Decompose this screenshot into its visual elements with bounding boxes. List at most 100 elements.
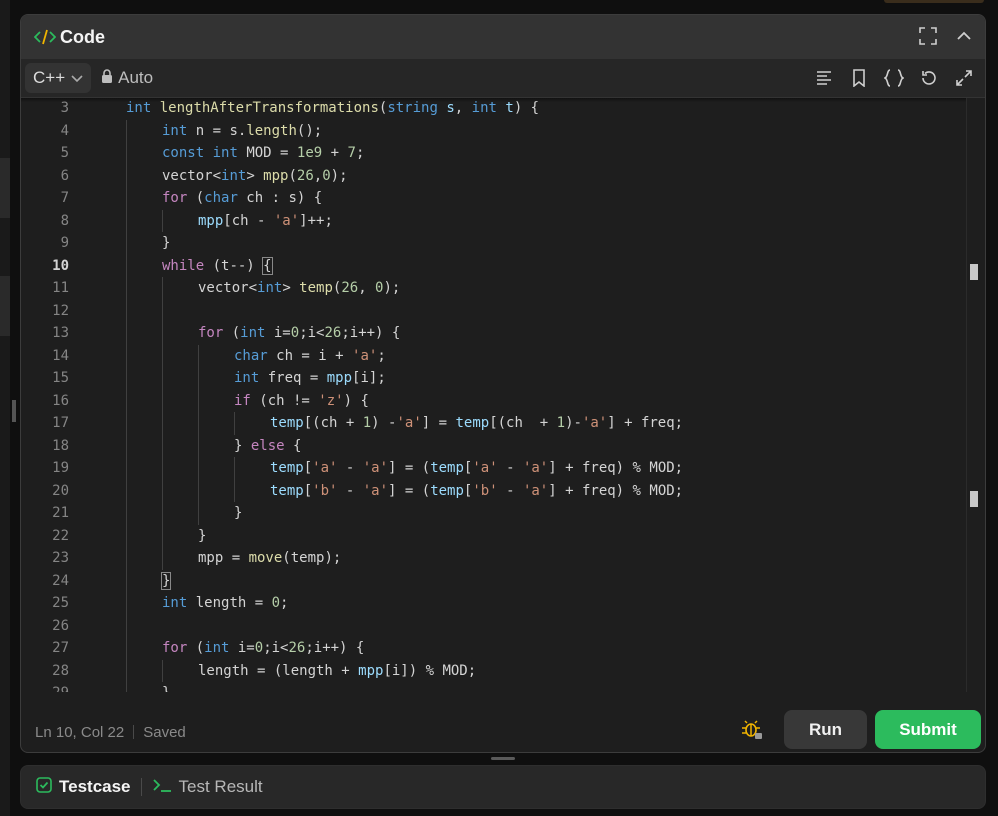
code-panel: Code C++ Auto 3 int lengthAfterTransform… xyxy=(20,14,986,753)
code-line[interactable]: 16 if (ch != 'z') { xyxy=(21,389,969,412)
code-token: 'a' xyxy=(581,415,608,431)
indent-guide xyxy=(198,412,199,435)
indent-guide xyxy=(126,547,127,570)
line-number: 25 xyxy=(52,595,69,611)
code-line[interactable]: 8 mpp[ch - 'a']++; xyxy=(21,209,969,232)
line-number: 16 xyxy=(52,392,69,409)
fullscreen-icon[interactable] xyxy=(917,25,939,47)
code-line[interactable]: 4 int n = s.length(); xyxy=(21,119,969,142)
code-line[interactable]: 24} xyxy=(21,569,969,592)
code-line[interactable]: 11 vector<int> temp(26, 0); xyxy=(21,277,969,300)
code-line[interactable]: 22} xyxy=(21,524,969,548)
code-line[interactable]: 23 mpp = move(temp); xyxy=(21,547,969,570)
format-lines-icon[interactable] xyxy=(813,67,835,89)
code-token: mpp xyxy=(263,167,289,184)
code-editor[interactable]: 3 int lengthAfterTransformations(string s… xyxy=(21,98,985,692)
code-token: MOD = xyxy=(237,145,297,161)
code-line[interactable]: 7 for (char ch : s) { xyxy=(21,187,969,210)
line-number: 8 xyxy=(60,212,69,229)
code-line[interactable]: 20 temp['b' - 'a'] = (temp['b' - 'a'] + f… xyxy=(21,479,969,502)
resize-grip[interactable] xyxy=(12,400,16,422)
submit-button[interactable]: Submit xyxy=(875,710,981,749)
code-brackets-icon xyxy=(34,27,56,47)
code-token: ) { xyxy=(343,392,369,409)
code-line[interactable]: 21} xyxy=(21,502,969,525)
language-select[interactable]: C++ xyxy=(25,63,92,93)
code-line[interactable]: 25 int length = 0; xyxy=(21,592,969,615)
code-line[interactable]: 18} else { xyxy=(21,434,969,457)
indent-guide xyxy=(162,479,163,502)
auto-mode[interactable]: Auto xyxy=(101,68,153,88)
code-token: ); xyxy=(383,280,401,296)
code-token: ; xyxy=(355,145,365,161)
code-line[interactable]: 28 length = (length + mpp[i]) % MOD; xyxy=(21,659,969,682)
code-token: 0 xyxy=(271,595,281,611)
code-token: length = xyxy=(187,595,272,611)
code-line[interactable]: 27 for (int i=0;i<26;i++) { xyxy=(21,637,969,660)
indent-guide xyxy=(162,299,163,322)
code-token: } xyxy=(160,571,172,590)
code-line[interactable]: 6 vector<int> mpp(26,0); xyxy=(21,164,969,187)
code-line[interactable]: 17 temp[(ch + 1) -'a'] = temp[(ch + 1)-'a… xyxy=(21,412,969,435)
code-token: - xyxy=(337,460,363,476)
panel-resize-handle[interactable] xyxy=(491,757,515,760)
left-panel-edge xyxy=(0,0,16,816)
code-line[interactable]: 13 for (int i=0;i<26;i++) { xyxy=(21,322,969,345)
terminal-icon xyxy=(152,777,172,798)
code-token: ]++; xyxy=(299,212,333,229)
code-token: freq = xyxy=(259,370,327,386)
line-number: 17 xyxy=(52,415,69,431)
tab-test-result[interactable]: Test Result xyxy=(152,777,263,798)
tab-testcase[interactable]: Testcase xyxy=(36,776,131,798)
code-line[interactable]: 14 char ch = i + 'a'; xyxy=(21,344,969,367)
indent-guide xyxy=(126,367,127,390)
code-token: length = (length + xyxy=(198,662,359,679)
code-token: int xyxy=(162,122,188,139)
code-token: } xyxy=(162,685,170,692)
code-token: int xyxy=(257,280,283,296)
line-number: 15 xyxy=(52,370,69,386)
debug-bug-icon[interactable] xyxy=(740,718,764,742)
code-line[interactable]: 5 const int MOD = 1e9 + 7; xyxy=(21,142,969,165)
line-number: 28 xyxy=(52,662,69,679)
line-number: 4 xyxy=(60,122,69,139)
editor-scrollbar[interactable] xyxy=(966,98,985,692)
code-token: i= xyxy=(265,325,291,341)
line-number: 20 xyxy=(52,482,69,499)
reset-icon[interactable] xyxy=(918,67,940,89)
code-line[interactable]: 19 temp['a' - 'a'] = (temp['a' - 'a'] + f… xyxy=(21,457,969,480)
code-text: int length = 0; xyxy=(162,592,288,615)
indent-guide xyxy=(198,502,199,525)
code-text: for (char ch : s) { xyxy=(162,187,322,210)
code-line[interactable]: 10 while (t--) { xyxy=(21,254,969,277)
code-token: 26 xyxy=(288,640,306,656)
code-token: 'a' xyxy=(362,482,389,499)
code-token: vector< xyxy=(198,280,258,296)
run-button[interactable]: Run xyxy=(784,710,867,749)
indent-guide xyxy=(162,367,163,390)
code-token: } xyxy=(234,437,251,454)
braces-icon[interactable] xyxy=(883,67,905,89)
code-token: mpp = xyxy=(198,550,249,566)
code-line[interactable]: 29} xyxy=(21,682,969,692)
tab-testcase-label: Testcase xyxy=(59,777,131,796)
lock-icon xyxy=(101,68,113,88)
code-token: 7 xyxy=(347,145,356,161)
code-token: (); xyxy=(296,122,323,139)
code-line[interactable]: 15 int freq = mpp[i]; xyxy=(21,367,969,390)
collapse-chevron-up-icon[interactable] xyxy=(953,25,975,47)
indent-guide xyxy=(198,344,199,367)
code-text: } xyxy=(198,525,206,548)
code-text: int freq = mpp[i]; xyxy=(234,367,386,390)
code-token: for xyxy=(162,190,188,206)
code-line[interactable]: 26 xyxy=(21,614,969,637)
code-token: 'b' xyxy=(472,482,498,499)
expand-arrows-icon[interactable] xyxy=(953,67,975,89)
bookmark-icon[interactable] xyxy=(848,67,870,89)
code-token: 'a' xyxy=(396,415,422,431)
code-line[interactable]: 12 xyxy=(21,299,969,322)
indent-guide xyxy=(198,367,199,390)
code-token: ; xyxy=(280,595,289,611)
code-line[interactable]: 9} xyxy=(21,232,969,255)
